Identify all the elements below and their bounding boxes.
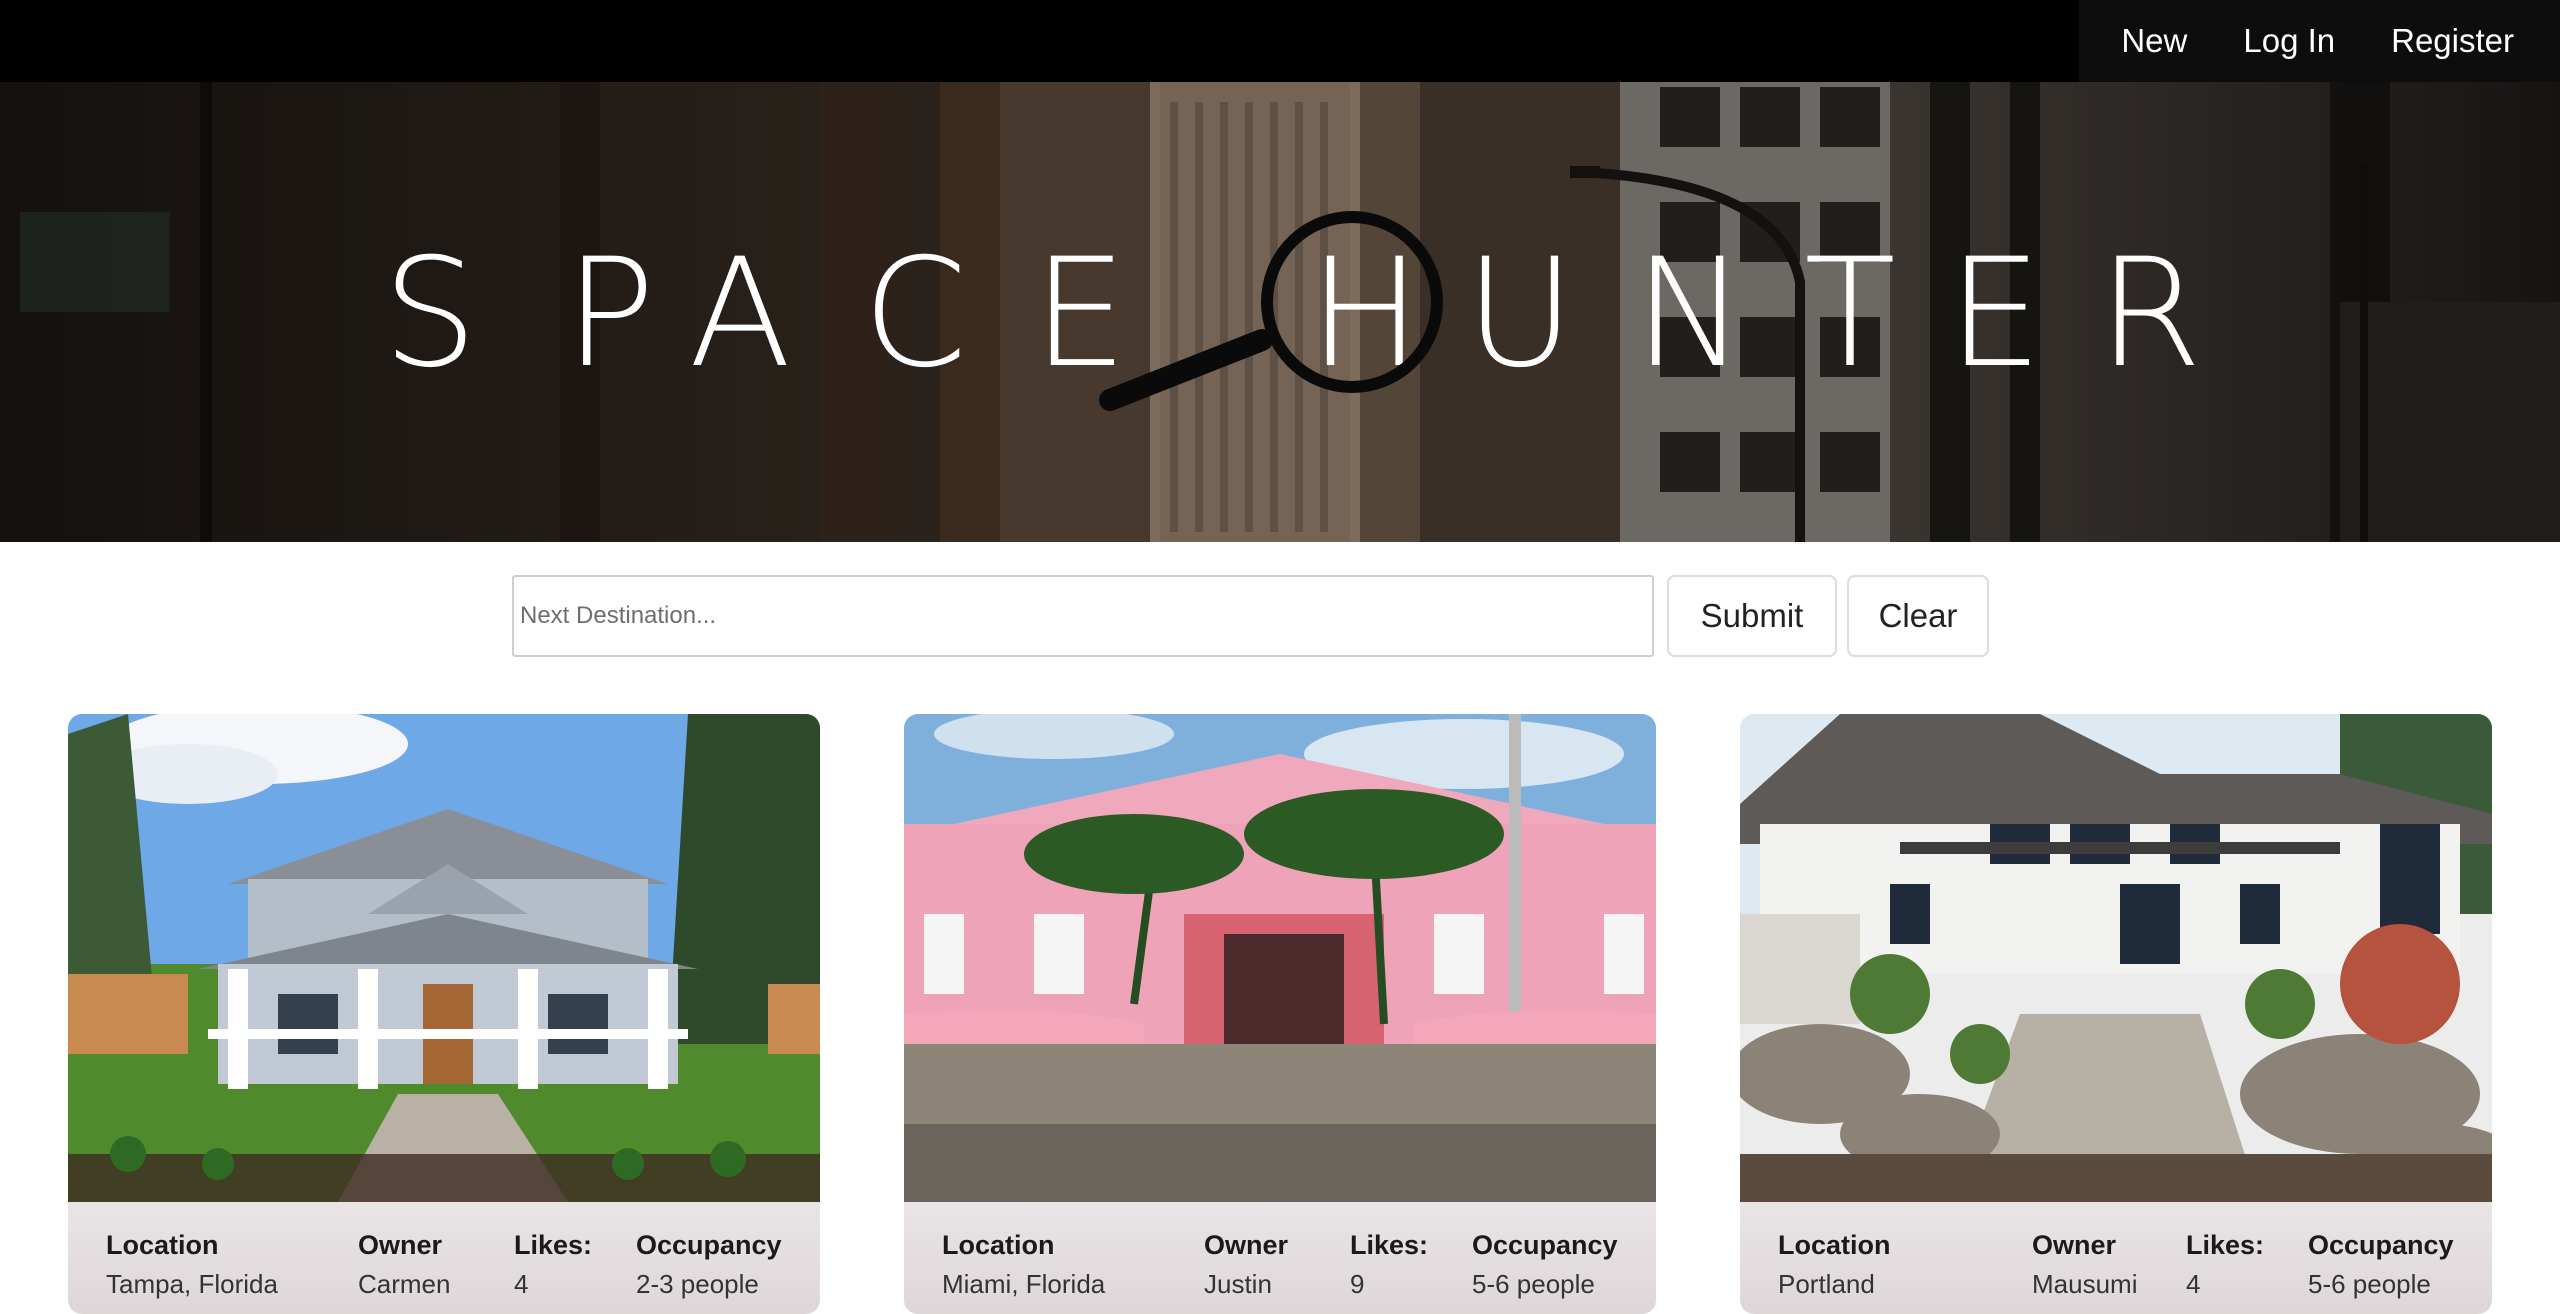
likes-value: 4 [514,1269,529,1299]
location-value: Tampa, Florida [106,1269,278,1299]
occupancy-label: Occupancy [2308,1230,2454,1260]
nav-menu: New Log In Register [2079,0,2560,82]
likes-label: Likes: [2186,1230,2265,1260]
logo-letter: R [2098,227,2202,401]
logo-letter: U [1465,227,1575,401]
listing-card[interactable]: Location Tampa, Florida Owner Carmen Lik… [68,714,820,1314]
listing-card[interactable]: Location Miami, Florida Owner Justin Lik… [904,714,1656,1314]
likes-label: Likes: [514,1230,593,1260]
owner-value: Carmen [358,1269,451,1299]
logo-letter: S [382,227,477,401]
listing-details: Location Portland Owner Mausumi Likes: 4… [1740,1202,2492,1314]
location-label: Location [106,1230,219,1260]
logo-letter: A [689,227,792,401]
likes-value: 9 [1350,1269,1365,1299]
hero-logo: S P A C E H U N T E R [382,211,2202,411]
logo-letter: E [1948,227,2043,401]
logo-letter: C [863,227,968,401]
listing-photo[interactable] [904,714,1656,1202]
nav-login-link[interactable]: Log In [2215,22,2363,60]
likes-value: 4 [2186,1269,2201,1299]
owner-value: Mausumi [2032,1269,2138,1299]
location-label: Location [942,1230,1055,1260]
listing-photo[interactable] [1740,714,2492,1202]
search-input[interactable] [512,575,1654,657]
nav-new-link[interactable]: New [2093,22,2215,60]
owner-label: Owner [1204,1230,1289,1260]
owner-value: Justin [1204,1269,1272,1299]
listing-card[interactable]: Location Portland Owner Mausumi Likes: 4… [1740,714,2492,1314]
top-navbar: New Log In Register [0,0,2560,82]
listing-photo[interactable] [68,714,820,1202]
location-value: Portland [1778,1269,1875,1299]
logo-letter: E [1033,227,1128,401]
occupancy-value: 2-3 people [636,1269,759,1299]
hero-banner: S P A C E H U N T E R [0,82,2560,542]
logo-letter: T [1804,227,1896,401]
occupancy-value: 5-6 people [1472,1269,1595,1299]
location-value: Miami, Florida [942,1269,1106,1299]
nav-register-link[interactable]: Register [2363,22,2542,60]
logo-letter: N [1634,227,1746,401]
likes-label: Likes: [1350,1230,1429,1260]
logo-letter: P [565,227,655,401]
listing-details: Location Miami, Florida Owner Justin Lik… [904,1202,1656,1314]
occupancy-value: 5-6 people [2308,1269,2431,1299]
clear-button[interactable]: Clear [1847,575,1989,657]
owner-label: Owner [358,1230,443,1260]
occupancy-label: Occupancy [636,1230,782,1260]
occupancy-label: Occupancy [1472,1230,1618,1260]
submit-button[interactable]: Submit [1667,575,1837,657]
listing-details: Location Tampa, Florida Owner Carmen Lik… [68,1202,820,1314]
location-label: Location [1778,1230,1891,1260]
owner-label: Owner [2032,1230,2117,1260]
